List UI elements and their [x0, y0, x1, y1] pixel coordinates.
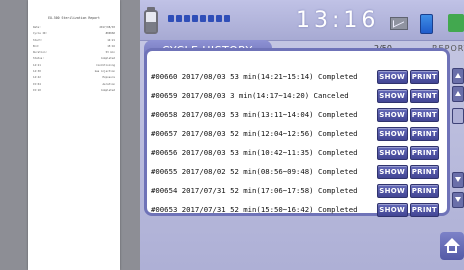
- cycle-row: #00658 2017/08/03 53 min(13:11~14:04) Co…: [151, 105, 439, 124]
- cycle-record: #00660 2017/08/03 53 min(14:21~15:14) Co…: [151, 72, 358, 81]
- show-button[interactable]: SHOW: [376, 145, 408, 160]
- show-button[interactable]: SHOW: [376, 88, 408, 103]
- progress-segment: [168, 15, 174, 22]
- print-button[interactable]: PRINT: [409, 183, 439, 198]
- status-indicator-icon: [448, 14, 464, 32]
- scroll-up-button[interactable]: [452, 86, 464, 102]
- home-button[interactable]: [440, 232, 464, 260]
- cycle-history-panel: #00660 2017/08/03 53 min(14:21~15:14) Co…: [144, 48, 450, 219]
- print-button[interactable]: PRINT: [409, 145, 439, 160]
- cycle-row: #00656 2017/08/03 53 min(10:42~11:35) Co…: [151, 143, 439, 162]
- show-button[interactable]: SHOW: [376, 202, 408, 217]
- gas-cylinder-icon: [144, 7, 158, 34]
- print-button[interactable]: PRINT: [409, 164, 439, 179]
- cycle-row: #00659 2017/08/03 3 min(14:17~14:20) Can…: [151, 86, 439, 105]
- scroll-down-button[interactable]: [452, 172, 464, 188]
- progress-segment: [208, 15, 214, 22]
- cycle-record: #00653 2017/07/31 52 min(15:50~16:42) Co…: [151, 205, 358, 214]
- progress-indicator: [168, 15, 230, 25]
- print-button[interactable]: PRINT: [409, 202, 439, 217]
- cycle-record: #00654 2017/07/31 52 min(17:06~17:58) Co…: [151, 186, 358, 195]
- cycle-row: #00654 2017/07/31 52 min(17:06~17:58) Co…: [151, 181, 439, 200]
- cycle-list: #00660 2017/08/03 53 min(14:21~15:14) Co…: [151, 67, 439, 219]
- cycle-record: #00657 2017/08/03 52 min(12:04~12:56) Co…: [151, 129, 358, 138]
- scroll-top-button[interactable]: [452, 68, 464, 84]
- print-button[interactable]: PRINT: [409, 69, 439, 84]
- progress-segment: [216, 15, 222, 22]
- scrollbar[interactable]: [452, 68, 464, 214]
- status-bar: 13:16: [140, 0, 464, 41]
- show-button[interactable]: SHOW: [376, 107, 408, 122]
- progress-segment: [184, 15, 190, 22]
- progress-segment: [192, 15, 198, 22]
- printed-receipt: EO-500 Sterilization Report Date: 2017/08…: [28, 0, 120, 270]
- receipt-lines: Date: 2017/08/03 Cycle ID: #00660 Start: 14:2…: [28, 25, 120, 94]
- print-button[interactable]: PRINT: [409, 88, 439, 103]
- cycle-record: #00656 2017/08/03 53 min(10:42~11:35) Co…: [151, 148, 358, 157]
- cycle-record: #00658 2017/08/03 53 min(13:11~14:04) Co…: [151, 110, 358, 119]
- clock: 13:16: [296, 8, 380, 33]
- cycle-row: #00653 2017/07/31 52 min(15:50~16:42) Co…: [151, 200, 439, 219]
- progress-segment: [224, 15, 230, 22]
- cycle-row: #00655 2017/08/02 52 min(08:56~09:48) Co…: [151, 162, 439, 181]
- show-button[interactable]: SHOW: [376, 183, 408, 198]
- cycle-row: #00660 2017/08/03 53 min(14:21~15:14) Co…: [151, 67, 439, 86]
- show-button[interactable]: SHOW: [376, 126, 408, 141]
- scroll-thumb[interactable]: [452, 108, 464, 124]
- progress-segment: [200, 15, 206, 22]
- receipt-line: 15:10 Completed: [33, 88, 115, 92]
- cycle-row: #00657 2017/08/03 52 min(12:04~12:56) Co…: [151, 124, 439, 143]
- battery-icon: [420, 14, 433, 34]
- show-button[interactable]: SHOW: [376, 164, 408, 179]
- cycle-record: #00655 2017/08/02 52 min(08:56~09:48) Co…: [151, 167, 358, 176]
- mail-icon[interactable]: [390, 17, 408, 30]
- print-button[interactable]: PRINT: [409, 126, 439, 141]
- device-screen: 13:16 CYCLE HISTORY 2/50 REPORT #00660 2…: [140, 0, 464, 270]
- print-button[interactable]: PRINT: [409, 107, 439, 122]
- receipt-title: EO-500 Sterilization Report: [48, 16, 100, 20]
- show-button[interactable]: SHOW: [376, 69, 408, 84]
- cycle-record: #00659 2017/08/03 3 min(14:17~14:20) Can…: [151, 91, 349, 100]
- scroll-bottom-button[interactable]: [452, 192, 464, 208]
- progress-segment: [176, 15, 182, 22]
